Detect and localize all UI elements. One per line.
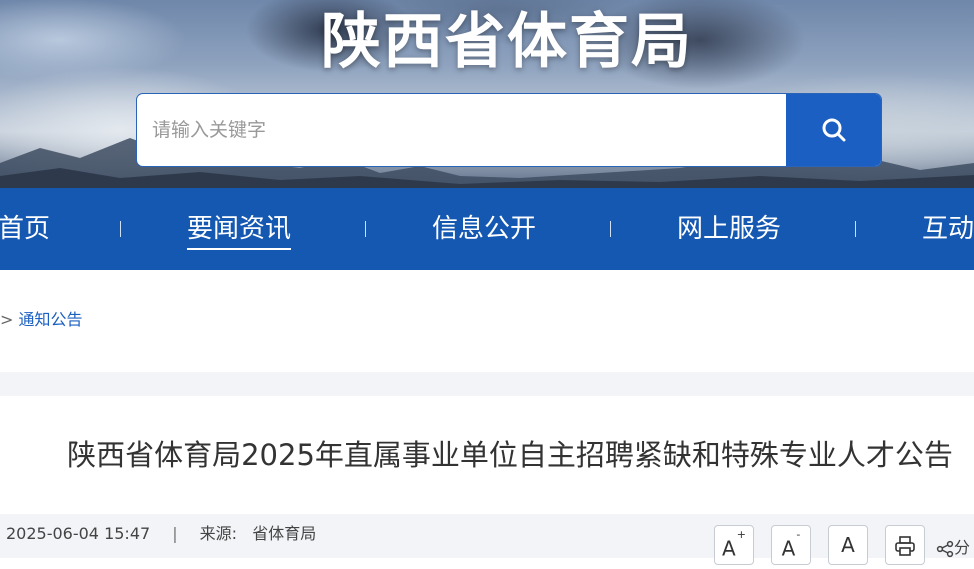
share-label: 分 — [954, 538, 971, 557]
source-label: 来源: — [199, 524, 237, 543]
share-icon — [936, 540, 954, 557]
main-nav: 首页 要闻资讯 信息公开 网上服务 互动 — [0, 188, 974, 270]
nav-item-label: 要闻资讯 — [187, 214, 292, 250]
meta-divider: | — [172, 524, 178, 543]
nav-item-news[interactable]: 要闻资讯 — [187, 188, 292, 270]
nav-item-label: 互动 — [922, 214, 974, 244]
breadcrumb-link-notices[interactable]: 通知公告 — [19, 310, 83, 329]
publish-date: 2025-06-04 15:47 — [6, 524, 151, 543]
breadcrumb: > 通知公告 — [0, 306, 83, 330]
site-title: 陕西省体育局 — [321, 7, 693, 77]
font-default-button[interactable]: A — [828, 525, 868, 565]
font-increase-glyph: A — [722, 536, 736, 561]
nav-item-label: 信息公开 — [432, 214, 537, 244]
nav-divider — [365, 221, 366, 237]
font-decrease-glyph: A — [781, 536, 796, 561]
font-increase-button[interactable]: A+ — [714, 525, 754, 565]
nav-item-home[interactable]: 首页 — [0, 188, 50, 270]
search-input[interactable] — [137, 94, 785, 166]
nav-item-label: 首页 — [0, 214, 51, 244]
nav-item-label: 网上服务 — [677, 214, 782, 244]
print-button[interactable] — [885, 525, 925, 565]
print-icon — [895, 536, 915, 556]
search-icon — [822, 118, 845, 142]
nav-divider — [120, 221, 121, 237]
font-increase-mark: + — [736, 528, 746, 541]
font-decrease-mark: - — [796, 528, 801, 541]
breadcrumb-separator: > — [0, 310, 14, 329]
search-button[interactable] — [786, 94, 881, 166]
share-button[interactable]: 分 — [936, 534, 970, 558]
article-title: 陕西省体育局2025年直属事业单位自主招聘紧缺和特殊专业人才公告 — [67, 438, 953, 472]
font-decrease-button[interactable]: A- — [771, 525, 811, 565]
nav-item-info-public[interactable]: 信息公开 — [432, 188, 536, 270]
article-meta: 2025-06-04 15:47 | 来源: 省体育局 — [6, 520, 316, 544]
source-value: 省体育局 — [252, 524, 317, 543]
nav-item-interaction[interactable]: 互动 — [922, 188, 974, 270]
font-default-glyph: A — [841, 533, 855, 557]
section-divider — [0, 372, 974, 396]
nav-divider — [855, 221, 856, 237]
search-box — [137, 94, 881, 166]
nav-divider — [610, 221, 611, 237]
nav-item-online-services[interactable]: 网上服务 — [677, 188, 781, 270]
